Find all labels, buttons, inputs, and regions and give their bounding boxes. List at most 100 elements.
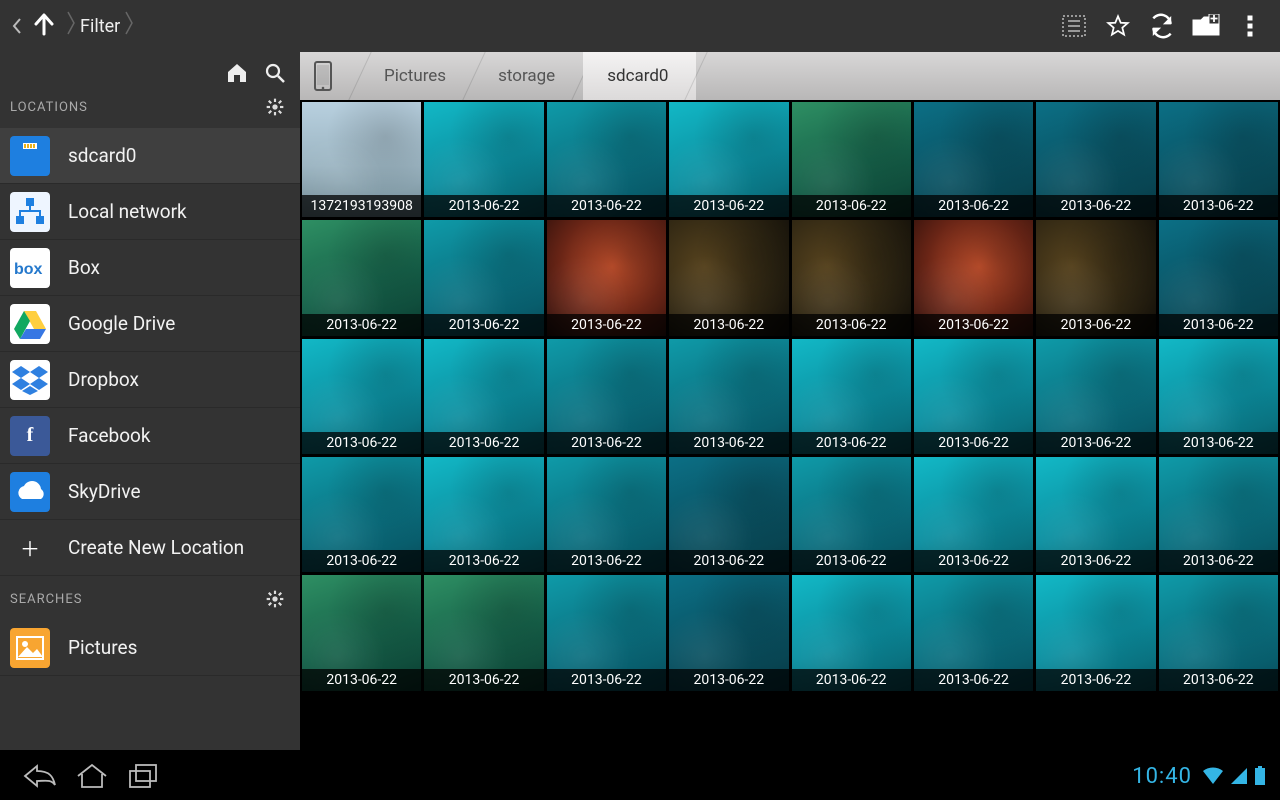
thumbnail[interactable]: 2013-06-22 [302, 457, 421, 572]
thumbnail[interactable]: 2013-06-22 [1036, 457, 1155, 572]
breadcrumb-device[interactable] [300, 52, 360, 100]
thumbnail[interactable]: 2013-06-22 [792, 457, 911, 572]
thumbnail-caption: 2013-06-22 [424, 669, 543, 691]
thumbnail-caption: 2013-06-22 [669, 314, 788, 336]
sidebar-item-label: Box [68, 256, 100, 279]
thumbnail[interactable]: 2013-06-22 [914, 102, 1033, 217]
thumbnail[interactable]: 1372193193908 [302, 102, 421, 217]
breadcrumb-label: Pictures [384, 66, 446, 86]
overflow-menu-button[interactable] [1228, 4, 1272, 48]
thumbnail[interactable]: 2013-06-22 [669, 457, 788, 572]
thumbnail[interactable]: 2013-06-22 [914, 339, 1033, 454]
thumbnail-caption: 2013-06-22 [424, 550, 543, 572]
sidebar-item-label: Pictures [68, 636, 137, 659]
sidebar-item-google-drive[interactable]: Google Drive [0, 296, 300, 352]
thumbnail-caption: 2013-06-22 [914, 432, 1033, 454]
thumbnail[interactable]: 2013-06-22 [792, 339, 911, 454]
thumbnail[interactable]: 2013-06-22 [302, 575, 421, 690]
thumbnail[interactable]: 2013-06-22 [1159, 457, 1278, 572]
nav-recent-button[interactable] [118, 756, 170, 796]
thumbnail-caption: 2013-06-22 [669, 669, 788, 691]
thumbnail-caption: 2013-06-22 [302, 314, 421, 336]
home-button[interactable] [222, 58, 252, 88]
thumbnail[interactable]: 2013-06-22 [669, 220, 788, 335]
thumbnail-caption: 2013-06-22 [792, 432, 911, 454]
filter-dropdown[interactable]: Filter [80, 16, 120, 37]
thumbnail[interactable]: 2013-06-22 [547, 102, 666, 217]
thumbnail[interactable]: 2013-06-22 [792, 575, 911, 690]
thumbnail[interactable]: 2013-06-22 [302, 220, 421, 335]
locations-settings-button[interactable] [260, 92, 290, 122]
sidebar-item-label: sdcard0 [68, 144, 136, 167]
breadcrumb: Pictures storage sdcard0 [300, 52, 1280, 100]
refresh-button[interactable] [1140, 4, 1184, 48]
thumbnail[interactable]: 2013-06-22 [1159, 339, 1278, 454]
search-button[interactable] [260, 58, 290, 88]
thumbnail[interactable]: 2013-06-22 [1036, 339, 1155, 454]
dropbox-icon [10, 360, 50, 400]
thumbnail[interactable]: 2013-06-22 [547, 220, 666, 335]
nav-back-button[interactable] [14, 756, 66, 796]
thumbnail[interactable]: 2013-06-22 [792, 102, 911, 217]
thumbnail-caption: 2013-06-22 [1159, 550, 1278, 572]
thumbnail[interactable]: 2013-06-22 [547, 575, 666, 690]
searches-settings-button[interactable] [260, 584, 290, 614]
thumbnail[interactable]: 2013-06-22 [1159, 102, 1278, 217]
google-drive-icon [10, 304, 50, 344]
thumbnail[interactable]: 2013-06-22 [424, 339, 543, 454]
thumbnail-caption: 2013-06-22 [547, 550, 666, 572]
thumbnail[interactable]: 2013-06-22 [547, 339, 666, 454]
thumbnail-caption: 2013-06-22 [792, 314, 911, 336]
sidebar-item-local-network[interactable]: Local network [0, 184, 300, 240]
thumbnail[interactable]: 2013-06-22 [914, 220, 1033, 335]
select-list-button[interactable] [1052, 4, 1096, 48]
thumbnail[interactable]: 2013-06-22 [547, 457, 666, 572]
thumbnail-caption: 2013-06-22 [1159, 314, 1278, 336]
thumbnail[interactable]: 2013-06-22 [424, 575, 543, 690]
thumbnail[interactable]: 2013-06-22 [914, 457, 1033, 572]
thumbnail[interactable]: 2013-06-22 [1036, 575, 1155, 690]
sidebar-item-skydrive[interactable]: SkyDrive [0, 464, 300, 520]
thumbnail[interactable]: 2013-06-22 [669, 339, 788, 454]
thumbnail[interactable]: 2013-06-22 [424, 102, 543, 217]
thumbnail[interactable]: 2013-06-22 [424, 457, 543, 572]
sidebar-item-box[interactable]: box Box [0, 240, 300, 296]
thumbnail[interactable]: 2013-06-22 [302, 339, 421, 454]
breadcrumb-sdcard0[interactable]: sdcard0 [583, 52, 696, 100]
thumbnail[interactable]: 2013-06-22 [1159, 220, 1278, 335]
sidebar-item-sdcard0[interactable]: sdcard0 [0, 128, 300, 184]
create-new-location-button[interactable]: ＋ Create New Location [0, 520, 300, 576]
thumbnail[interactable]: 2013-06-22 [1036, 220, 1155, 335]
sidebar-item-dropbox[interactable]: Dropbox [0, 352, 300, 408]
thumbnail-caption: 2013-06-22 [669, 432, 788, 454]
back-caret-icon[interactable] [8, 17, 26, 35]
thumbnail[interactable]: 2013-06-22 [424, 220, 543, 335]
thumbnail[interactable]: 2013-06-22 [1036, 102, 1155, 217]
thumbnail[interactable]: 2013-06-22 [792, 220, 911, 335]
nav-home-button[interactable] [66, 756, 118, 796]
breadcrumb-storage[interactable]: storage [474, 52, 583, 100]
plus-icon: ＋ [10, 528, 50, 568]
up-icon[interactable] [30, 10, 58, 42]
sidebar: LOCATIONS sdcard0 Local network box Box … [0, 52, 300, 750]
pictures-icon [10, 628, 50, 668]
lan-icon [10, 192, 50, 232]
favorite-button[interactable] [1096, 4, 1140, 48]
thumbnail[interactable]: 2013-06-22 [669, 102, 788, 217]
sidebar-item-pictures[interactable]: Pictures [0, 620, 300, 676]
thumbnail[interactable]: 2013-06-22 [1159, 575, 1278, 690]
thumbnail[interactable]: 2013-06-22 [669, 575, 788, 690]
sidebar-item-facebook[interactable]: f Facebook [0, 408, 300, 464]
content-pane: Pictures storage sdcard0 1372193193908 20… [300, 52, 1280, 750]
thumbnail-caption: 2013-06-22 [424, 195, 543, 217]
thumbnail-caption: 2013-06-22 [792, 550, 911, 572]
breadcrumb-pictures[interactable]: Pictures [360, 52, 474, 100]
new-folder-button[interactable] [1184, 4, 1228, 48]
thumbnail-caption: 2013-06-22 [1036, 314, 1155, 336]
thumbnail-caption: 2013-06-22 [547, 314, 666, 336]
thumbnail-caption: 2013-06-22 [1036, 669, 1155, 691]
thumbnail[interactable]: 2013-06-22 [914, 575, 1033, 690]
thumbnail-caption: 2013-06-22 [914, 195, 1033, 217]
skydrive-icon [10, 472, 50, 512]
thumbnail-caption: 2013-06-22 [914, 314, 1033, 336]
